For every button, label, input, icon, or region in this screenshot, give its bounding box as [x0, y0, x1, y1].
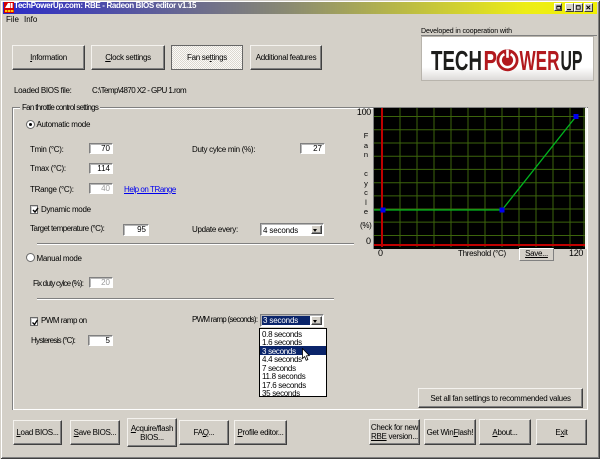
svg-text:P: P	[484, 48, 498, 74]
svg-text:TECH: TECH	[431, 48, 482, 74]
svg-text:UP: UP	[561, 48, 583, 74]
svg-text:WER: WER	[520, 48, 560, 74]
